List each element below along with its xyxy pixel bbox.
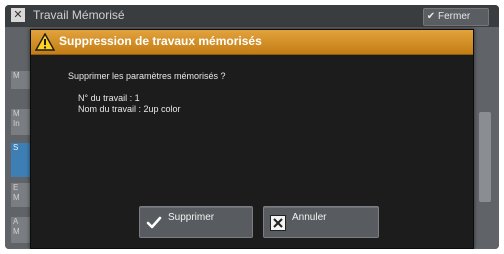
job-number-text: N° du travail : 1 bbox=[78, 93, 140, 103]
cancel-button[interactable]: Annuler bbox=[263, 206, 379, 238]
delete-button-label: Supprimer bbox=[168, 212, 215, 223]
dialog-question: Supprimer les paramètres mémorisés ? bbox=[68, 71, 226, 81]
check-icon: ✔ bbox=[426, 11, 436, 22]
close-box-icon bbox=[270, 215, 286, 231]
background-close-label: Fermer bbox=[438, 11, 471, 22]
job-name-text: Nom du travail : 2up color bbox=[78, 104, 181, 114]
dialog-title: Suppression de travaux mémorisés bbox=[59, 34, 262, 48]
delete-button[interactable]: Supprimer bbox=[139, 206, 253, 238]
device-screen: ✕ Travail Mémorisé ✔ Fermer M M In S E M … bbox=[5, 5, 499, 249]
dialog-header: Suppression de travaux mémorisés bbox=[31, 30, 473, 55]
background-scrollbar[interactable] bbox=[479, 112, 491, 202]
confirm-delete-dialog: Suppression de travaux mémorisés Supprim… bbox=[30, 29, 474, 249]
background-window-title: Travail Mémorisé bbox=[33, 8, 125, 22]
checkmark-icon bbox=[146, 216, 162, 229]
app-close-x-icon: ✕ bbox=[11, 8, 25, 22]
background-titlebar: ✕ Travail Mémorisé ✔ Fermer bbox=[5, 5, 499, 27]
cancel-button-label: Annuler bbox=[292, 212, 327, 223]
warning-icon bbox=[35, 33, 55, 51]
background-close-button[interactable]: ✔ Fermer bbox=[423, 8, 489, 26]
